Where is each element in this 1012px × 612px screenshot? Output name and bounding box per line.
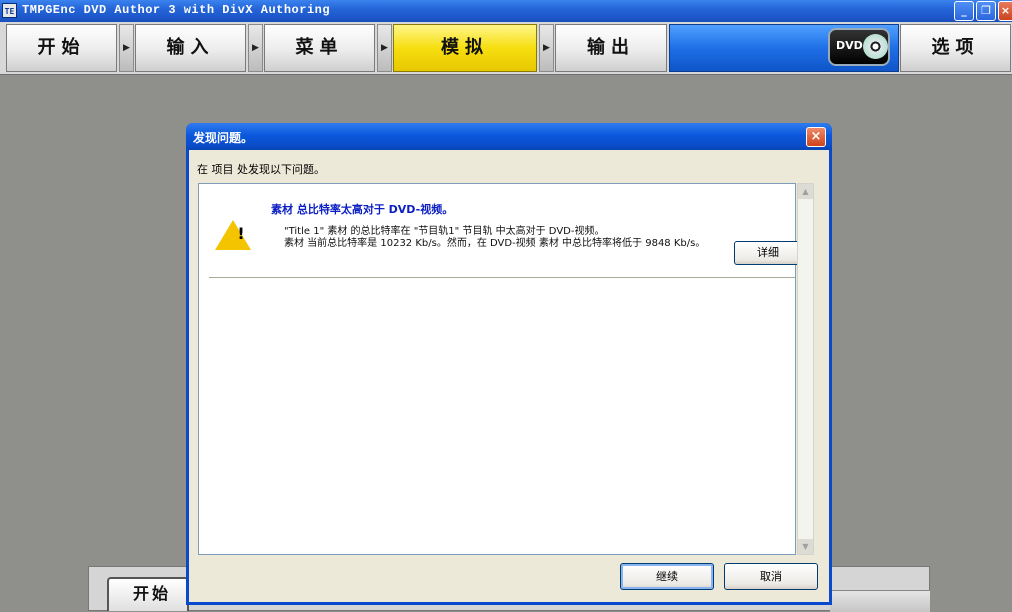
main-nav-bar: 开始 ▶ 输入 ▶ 菜单 ▶ 模拟 ▶ 输出 DVD 选项 [0, 22, 1012, 75]
dvd-logo-icon: DVD [828, 28, 890, 66]
problem-dialog: 发现问题。 × 在 项目 处发现以下问题。 ! 素材 总比特率太高对于 DVD-… [186, 123, 832, 605]
nav-start-button[interactable]: 开始 [6, 24, 117, 72]
nav-arrow-icon: ▶ [377, 24, 392, 72]
nav-input-button[interactable]: 输入 [135, 24, 246, 72]
nav-arrow-icon: ▶ [119, 24, 134, 72]
app-icon[interactable]: TE [2, 3, 17, 18]
dialog-titlebar: 发现问题。 × [186, 123, 832, 150]
window-titlebar: TE TMPGEnc DVD Author 3 with DivX Author… [0, 0, 1012, 22]
dialog-description: 在 项目 处发现以下问题。 [197, 163, 325, 176]
nav-simulate-button[interactable]: 模拟 [393, 24, 537, 72]
problem-title: 素材 总比特率太高对于 DVD-视频。 [271, 203, 454, 216]
nav-arrow-icon: ▶ [248, 24, 263, 72]
nav-menu-button[interactable]: 菜单 [264, 24, 375, 72]
dialog-title: 发现问题。 [193, 131, 254, 145]
dvd-logo-text: DVD [836, 39, 863, 52]
cancel-button[interactable]: 取消 [724, 563, 818, 590]
detail-button[interactable]: 详细 [734, 241, 802, 265]
problem-line-1: "Title 1" 素材 的总比特率在 "节目轨1" 节目轨 中太高对于 DVD… [284, 226, 605, 237]
dialog-body: 在 项目 处发现以下问题。 ! 素材 总比特率太高对于 DVD-视频。 "Tit… [189, 150, 829, 602]
problem-text: "Title 1" 素材 的总比特率在 "节目轨1" 节目轨 中太高对于 DVD… [284, 226, 714, 250]
continue-button[interactable]: 继续 [620, 563, 714, 590]
scroll-down-icon[interactable]: ▼ [798, 539, 813, 554]
minimize-icon[interactable]: _ [954, 1, 974, 21]
scroll-up-icon[interactable]: ▲ [798, 184, 813, 199]
dialog-close-icon[interactable]: × [806, 127, 826, 147]
problem-list-scrollbar[interactable]: ▲ ▼ [797, 183, 814, 555]
problem-list[interactable]: ! 素材 总比特率太高对于 DVD-视频。 "Title 1" 素材 的总比特率… [198, 183, 802, 555]
problem-line-2: 素材 当前总比特率是 10232 Kb/s。然而，在 DVD-视频 素材 中总比… [284, 238, 706, 249]
window-title: TMPGEnc DVD Author 3 with DivX Authoring [22, 3, 331, 17]
bottom-start-button[interactable]: 开始 [107, 577, 189, 611]
bottom-volume-area [830, 590, 930, 612]
warning-exclamation: ! [237, 224, 245, 243]
problem-separator [209, 277, 795, 279]
window-close-icon[interactable]: × [998, 1, 1012, 21]
nav-options-button[interactable]: 选项 [900, 24, 1011, 72]
maximize-icon[interactable]: ❐ [976, 1, 996, 21]
nav-arrow-icon: ▶ [539, 24, 554, 72]
nav-output-button[interactable]: 输出 [555, 24, 667, 72]
